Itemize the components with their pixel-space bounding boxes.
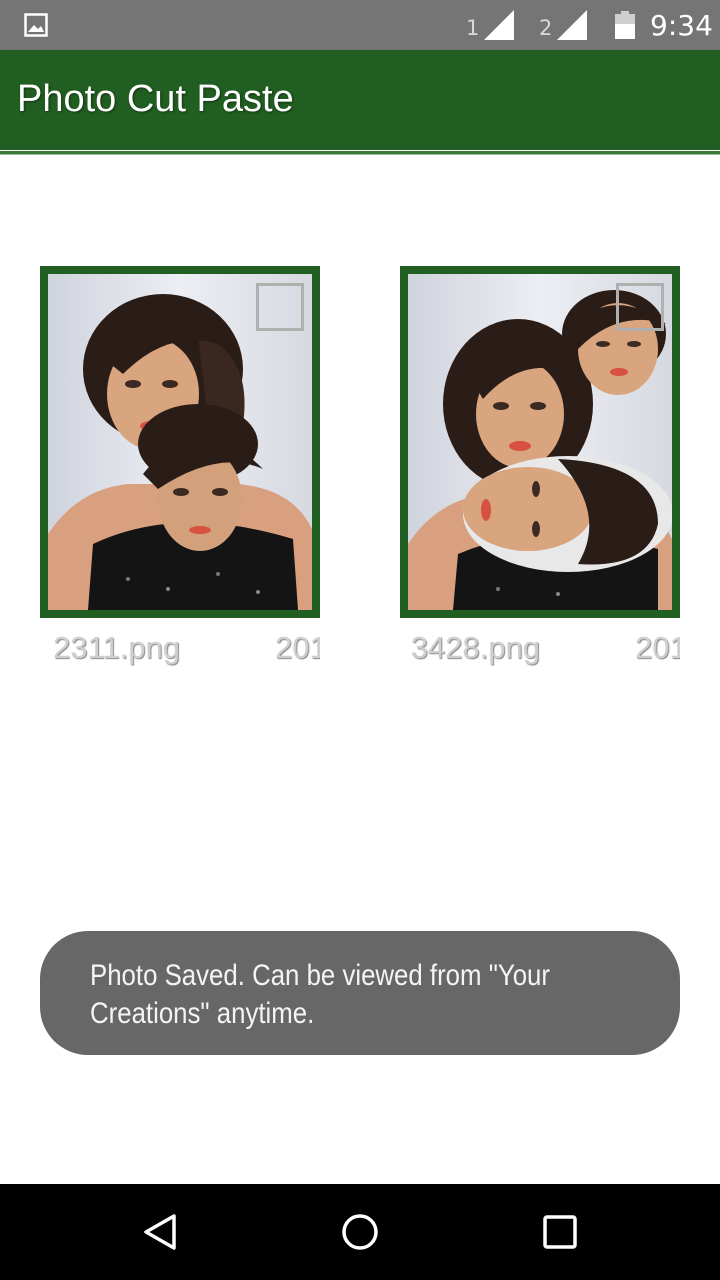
back-icon[interactable] [140,1212,180,1252]
file-date: 201 [275,630,320,665]
file-name: 2311.png [53,630,180,665]
home-icon[interactable] [340,1212,380,1252]
app-bar-divider [0,151,720,155]
status-time: 9:34 [650,9,713,42]
toast-message: Photo Saved. Can be viewed from "Your Cr… [40,931,680,1055]
image-notification-icon [24,13,48,37]
gallery-item[interactable]: 3428.png 201 [400,266,680,668]
file-date: 201 [635,630,680,665]
file-caption: 3428.png 201 [400,624,680,668]
status-bar: 1 2 9:34 [0,0,720,50]
photo-frame[interactable] [40,266,320,618]
photo-frame[interactable] [400,266,680,618]
toast-text: Photo Saved. Can be viewed from "Your Cr… [90,959,550,1030]
file-caption: 2311.png 201 [40,624,320,668]
signal-icon [484,10,514,40]
sim2-label: 2 [539,16,553,40]
file-name: 3428.png [410,630,540,665]
recents-icon[interactable] [540,1212,580,1252]
app-bar: Photo Cut Paste [0,50,720,150]
sim1-label: 1 [466,16,480,40]
select-checkbox[interactable] [616,283,664,331]
signal-icon [557,10,587,40]
navigation-bar [0,1184,720,1280]
select-checkbox[interactable] [256,283,304,331]
gallery-item[interactable]: 2311.png 201 [40,266,320,668]
app-title: Photo Cut Paste [17,78,294,120]
battery-icon [615,11,635,39]
